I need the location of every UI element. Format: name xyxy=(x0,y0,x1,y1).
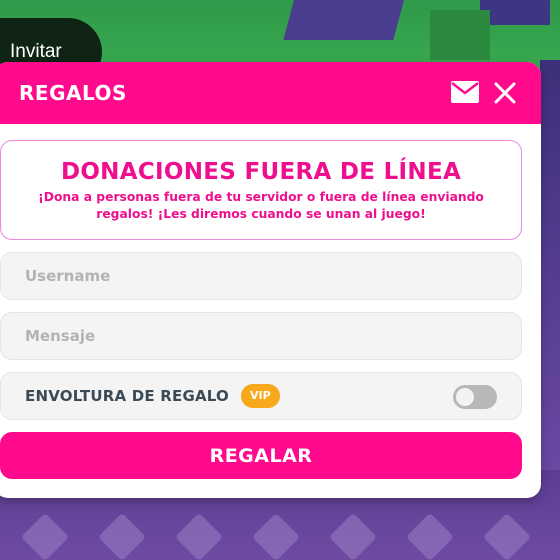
gift-submit-button[interactable]: REGALAR xyxy=(0,432,522,479)
modal-title: REGALOS xyxy=(19,81,127,105)
close-icon[interactable] xyxy=(492,80,518,106)
gift-submit-label: REGALAR xyxy=(209,444,313,467)
notice-title: DONACIONES FUERA DE LÍNEA xyxy=(60,159,462,185)
gifts-modal: REGALOS DONACIONES FUERA DE LÍNEA ¡Dona … xyxy=(0,62,541,498)
notice-body: ¡Dona a personas fuera de tu servidor o … xyxy=(38,190,484,221)
background-shape xyxy=(430,10,490,60)
toggle-knob xyxy=(456,388,474,406)
message-field xyxy=(0,312,522,360)
username-field xyxy=(0,252,522,300)
background-wall xyxy=(540,60,560,500)
invite-label: Invitar xyxy=(10,41,62,62)
background-shape xyxy=(480,0,550,25)
offline-donations-notice: DONACIONES FUERA DE LÍNEA ¡Dona a person… xyxy=(0,140,522,240)
vip-badge: VIP xyxy=(240,384,280,408)
message-input[interactable] xyxy=(1,313,521,359)
gift-wrap-row: ENVOLTURA DE REGALO VIP xyxy=(0,372,522,420)
mail-icon[interactable] xyxy=(451,81,479,103)
username-input[interactable] xyxy=(1,253,521,299)
background-shape xyxy=(283,0,407,40)
modal-header: REGALOS xyxy=(0,62,541,124)
gift-wrap-toggle[interactable] xyxy=(453,385,497,409)
gift-wrap-label: ENVOLTURA DE REGALO xyxy=(25,387,229,405)
